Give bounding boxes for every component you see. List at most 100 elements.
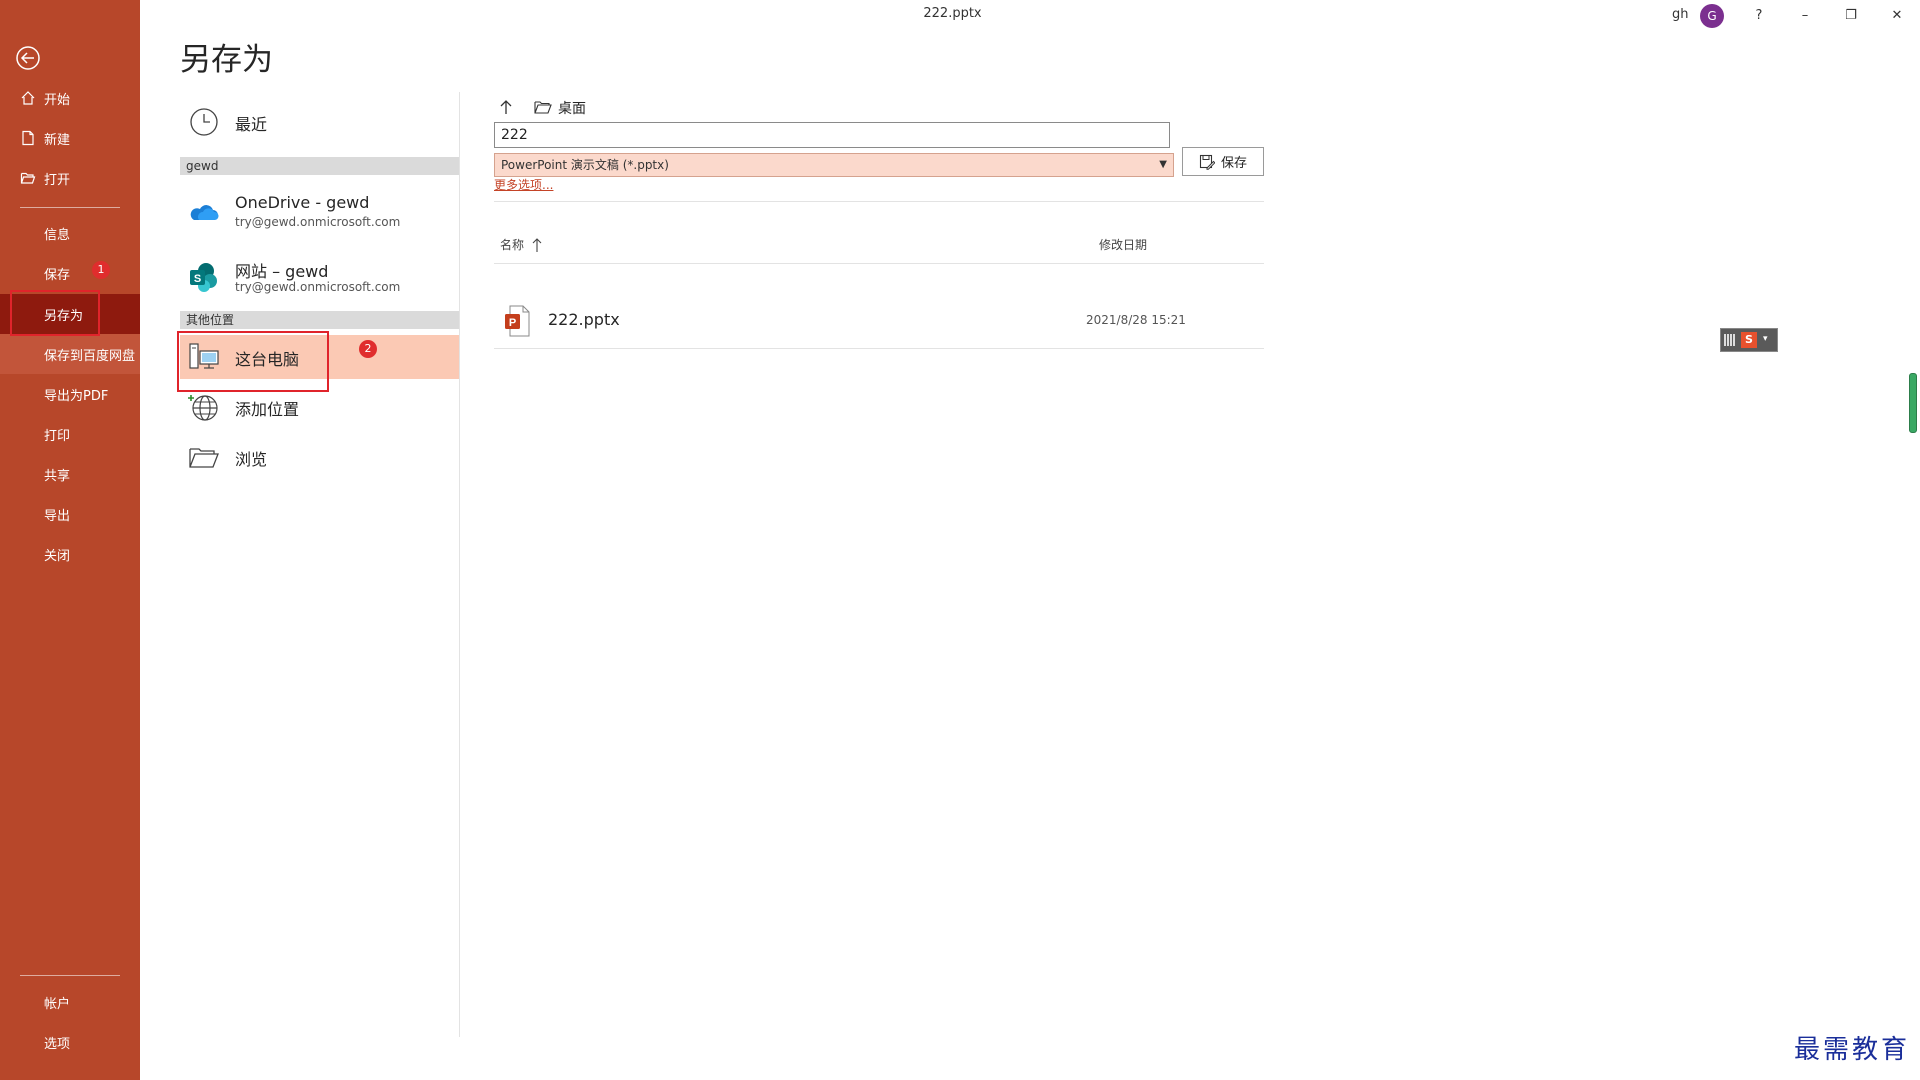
column-header-modified[interactable]: 修改日期 [1099,236,1147,253]
nav-account[interactable]: 帐户 [0,982,140,1022]
nav-export-pdf[interactable]: 导出为PDF [0,374,140,414]
clock-icon [190,108,218,136]
column-divider [459,92,460,1037]
keyboard-icon [1724,334,1736,346]
nav-save-label: 保存 [44,267,71,283]
new-document-icon [22,130,34,146]
nav-new-label: 新建 [44,132,71,148]
location-recent-label: 最近 [235,115,268,134]
column-header-name[interactable]: 名称 [500,236,542,253]
onedrive-cloud-icon [190,205,219,220]
back-arrow-icon[interactable] [14,44,42,72]
nav-export-label: 导出 [44,508,71,524]
nav-export[interactable]: 导出 [0,494,140,534]
save-button[interactable]: 保存 [1182,147,1264,176]
nav-save-to-baidu[interactable]: 保存到百度网盘 [0,334,140,374]
minimize-button[interactable]: – [1790,4,1820,28]
header-divider [494,263,1264,264]
ime-toolbar[interactable]: S ▾ [1720,328,1778,352]
nav-save-as-label: 另存为 [44,308,84,324]
file-modified-date: 2021/8/28 15:21 [1086,313,1186,327]
backstage-nav: 开始 新建 打开 信息 保存 1 另存为 保存到百度网盘 导出为PDF 打印 共… [0,0,140,1080]
nav-divider-bottom [20,975,120,976]
sogou-s-icon: S [1741,332,1757,348]
file-name: 222.pptx [548,310,620,329]
folder-small-icon [534,101,552,114]
globe-add-icon [188,395,218,421]
nav-close-label: 关闭 [44,548,71,564]
location-browse-label: 浏览 [235,450,268,469]
nav-new[interactable]: 新建 [0,118,140,158]
file-row[interactable]: P 222.pptx 2021/8/28 15:21 [494,300,1264,348]
save-button-label: 保存 [1220,156,1247,171]
folder-icon [189,448,219,468]
nav-info[interactable]: 信息 [0,213,140,253]
sharepoint-email: try@gewd.onmicrosoft.com [235,280,401,294]
nav-close[interactable]: 关闭 [0,534,140,574]
nav-open[interactable]: 打开 [0,158,140,198]
location-onedrive[interactable]: OneDrive - gewd try@gewd.onmicrosoft.com [180,185,459,243]
more-options-link[interactable]: 更多选项... [494,176,553,193]
group-header-gewd-label: gewd [186,159,219,173]
nav-divider [20,207,120,208]
restore-button[interactable]: ❐ [1836,4,1866,28]
save-edit-icon [1199,154,1215,170]
onedrive-email: try@gewd.onmicrosoft.com [235,215,401,229]
location-this-pc-label: 这台电脑 [235,350,300,369]
group-header-other-label: 其他位置 [186,313,235,327]
folder-open-icon [20,172,36,184]
sort-ascending-icon [532,238,542,252]
nav-export-pdf-label: 导出为PDF [44,388,109,404]
current-folder-link[interactable]: 桌面 [558,98,586,118]
sharepoint-name: 网站 – gewd [235,262,329,281]
nav-share-label: 共享 [44,468,71,484]
step-badge-1: 1 [92,261,110,279]
computer-icon [189,343,219,369]
nav-home[interactable]: 开始 [0,78,140,118]
nav-save-to-baidu-label: 保存到百度网盘 [44,348,136,364]
location-this-pc[interactable]: 这台电脑 2 [180,335,459,379]
divider [494,201,1264,202]
svg-text:P: P [509,317,516,329]
home-icon [21,91,35,105]
file-type-dropdown[interactable]: PowerPoint 演示文稿 (*.pptx) ▼ [494,153,1174,177]
scroll-indicator[interactable] [1909,373,1917,433]
location-browse[interactable]: 浏览 [180,435,459,479]
up-arrow-icon[interactable] [498,99,514,115]
location-recent[interactable]: 最近 [180,100,459,144]
sharepoint-icon: S [190,263,217,292]
ime-dropdown-icon: ▾ [1763,334,1768,344]
location-add-place-label: 添加位置 [235,400,300,419]
nav-save-as[interactable]: 另存为 [0,294,140,334]
nav-share[interactable]: 共享 [0,454,140,494]
nav-save[interactable]: 保存 1 [0,253,140,293]
file-type-value: PowerPoint 演示文稿 (*.pptx) [501,158,669,172]
help-button[interactable]: ? [1744,4,1774,28]
close-button[interactable]: ✕ [1882,4,1912,28]
window-title: 222.pptx [923,6,982,21]
filename-input[interactable] [494,122,1170,148]
group-header-gewd: gewd [180,157,459,175]
onedrive-name: OneDrive - gewd [235,193,370,212]
nav-options[interactable]: 选项 [0,1022,140,1062]
nav-info-label: 信息 [44,227,71,243]
row-divider [494,348,1264,349]
nav-options-label: 选项 [44,1036,71,1052]
location-sharepoint[interactable]: S 网站 – gewd try@gewd.onmicrosoft.com [180,250,459,308]
column-header-name-label: 名称 [500,238,525,252]
pptx-file-icon: P [505,305,530,337]
step-badge-2: 2 [359,340,377,358]
group-header-other: 其他位置 [180,311,459,329]
chevron-down-icon: ▼ [1159,159,1167,170]
nav-open-label: 打开 [44,172,71,188]
user-name: gh [1672,7,1689,22]
avatar[interactable]: G [1700,4,1724,28]
nav-print-label: 打印 [44,428,71,444]
svg-text:S: S [194,273,201,285]
nav-home-label: 开始 [44,92,71,108]
page-title: 另存为 [180,42,273,78]
nav-account-label: 帐户 [44,996,71,1012]
nav-print[interactable]: 打印 [0,414,140,454]
location-add-place[interactable]: 添加位置 [180,385,459,429]
watermark-text: 最需教育 [1793,1035,1910,1065]
